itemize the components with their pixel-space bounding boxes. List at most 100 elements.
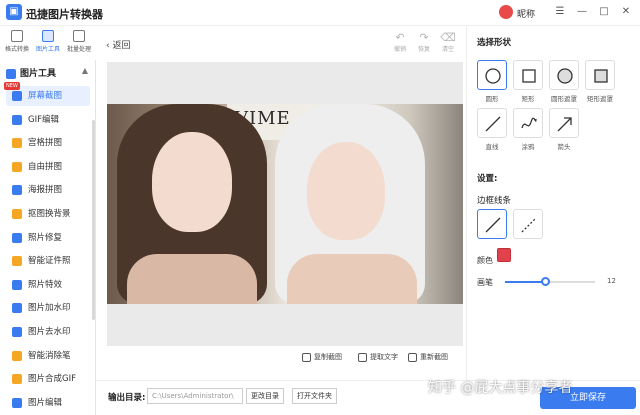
shape-label: 矩形遮罩 <box>587 95 613 103</box>
brush-size-slider-fill <box>505 281 546 283</box>
batch-icon <box>73 30 85 42</box>
shape-circle[interactable] <box>477 60 507 90</box>
person-left-shoulders <box>127 254 257 304</box>
extract-text-button[interactable]: 提取文字 <box>358 352 398 362</box>
app-title: 迅捷图片转换器 <box>26 8 103 21</box>
tab-label: 图片工具 <box>35 46 60 53</box>
shape-rectangle[interactable] <box>513 60 543 90</box>
redo-icon: ↷ <box>419 31 429 44</box>
user-avatar[interactable] <box>499 5 513 19</box>
back-button[interactable]: ‹ 返回 <box>106 38 130 51</box>
shape-arrow[interactable] <box>549 108 579 138</box>
sidebar-item-label: 图片编辑 <box>28 397 63 408</box>
tab-label: 格式转换 <box>4 46 29 53</box>
sidebar-item-label: 自由拼图 <box>28 161 63 172</box>
tool-icon <box>12 185 22 196</box>
person-right-shoulders <box>287 254 417 304</box>
retake-screenshot-button[interactable]: 重新截图 <box>408 352 448 362</box>
shape-label: 圆形遮罩 <box>551 95 577 103</box>
shape-label: 圆形 <box>485 95 499 103</box>
sidebar-item-label: 智能消除笔 <box>28 350 71 361</box>
color-picker[interactable] <box>497 248 511 262</box>
new-badge: NEW <box>4 82 20 90</box>
sidebar-header[interactable]: 图片工具 ▲ <box>6 66 92 80</box>
rectangle-icon <box>522 69 536 83</box>
sidebar-header-label: 图片工具 <box>20 69 57 79</box>
person-left-face <box>152 132 232 232</box>
redo-label: 恢复 <box>417 46 430 53</box>
brush-size-slider-handle[interactable] <box>540 277 550 286</box>
sidebar-item-label: GIF编辑 <box>28 114 59 125</box>
sidebar-item[interactable]: 抠图换背景 <box>6 204 90 224</box>
top-tabs: 格式转换 图片工具 批量处理 <box>0 26 96 60</box>
line-style-dashed[interactable] <box>513 209 543 239</box>
shape-doodle[interactable] <box>513 108 543 138</box>
sidebar-item[interactable]: 自由拼图 <box>6 157 90 177</box>
color-label: 颜色 <box>477 256 493 265</box>
tool-icon <box>12 209 22 219</box>
tab-image-tools[interactable]: 图片工具 <box>33 30 63 53</box>
circle-icon <box>485 68 501 84</box>
tool-icon <box>12 327 22 337</box>
tab-batch[interactable]: 批量处理 <box>64 30 94 53</box>
sidebar-item[interactable]: GIF编辑 <box>6 110 90 130</box>
tool-icon <box>12 279 22 290</box>
shape-rectangle-mask[interactable] <box>585 60 615 90</box>
sidebar-item[interactable]: 图片合成GIF <box>6 369 90 389</box>
user-name[interactable]: 昵称 <box>517 7 535 20</box>
tool-icon <box>12 256 22 267</box>
title-bar: ▣ 迅捷图片转换器 昵称 ☰ — □ ✕ <box>0 0 640 26</box>
tool-icon <box>12 374 22 385</box>
maximize-button[interactable]: □ <box>596 4 612 20</box>
chevron-up-icon: ▲ <box>81 66 88 75</box>
circle-mask-icon <box>557 68 573 84</box>
sidebar-item[interactable]: 海报拼图 <box>6 180 90 200</box>
minimize-button[interactable]: — <box>574 4 590 20</box>
sidebar-item-label: 图片合成GIF <box>28 374 76 385</box>
tab-format-convert[interactable]: 格式转换 <box>2 30 32 53</box>
copy-screenshot-button[interactable]: 复制截图 <box>302 352 342 362</box>
sidebar-item[interactable]: 智能证件照 <box>6 251 90 271</box>
menu-icon[interactable]: ☰ <box>552 4 568 20</box>
output-dir-field[interactable]: C:\Users\Administrator\ <box>147 388 243 404</box>
tool-icon <box>12 232 22 243</box>
sidebar-item-label: 照片修复 <box>28 232 63 243</box>
preview-canvas[interactable]: VIME <box>107 62 463 346</box>
close-button[interactable]: ✕ <box>618 4 634 20</box>
shape-label: 直线 <box>485 143 499 151</box>
shape-section-title: 选择形状 <box>477 38 512 48</box>
sidebar-item-label: 屏幕截图 <box>28 91 63 101</box>
open-folder-button[interactable]: 打开文件夹 <box>292 388 337 404</box>
convert-icon <box>11 30 23 42</box>
sidebar-item-label: 图片去水印 <box>28 327 71 337</box>
undo-icon: ↶ <box>395 31 405 44</box>
tab-label: 批量处理 <box>66 46 91 53</box>
clear-button[interactable]: ⌫ 清空 <box>436 31 460 53</box>
shape-line[interactable] <box>477 108 507 138</box>
tool-icon <box>12 138 22 149</box>
sidebar-item[interactable]: 图片加水印 <box>6 298 90 318</box>
crop-icon <box>408 352 417 362</box>
sidebar-item[interactable]: 宫格拼图 <box>6 133 90 153</box>
sidebar-item[interactable]: 图片编辑 <box>6 393 90 413</box>
change-dir-button[interactable]: 更改目录 <box>246 388 284 404</box>
tool-icon <box>12 161 22 172</box>
sidebar-scrollbar[interactable] <box>92 120 95 320</box>
sidebar-item[interactable]: 照片修复 <box>6 228 90 248</box>
sidebar-item[interactable]: 照片特效 <box>6 275 90 295</box>
tool-icon <box>12 350 22 361</box>
sidebar-item[interactable]: 智能消除笔 <box>6 346 90 366</box>
sidebar-item-label: 海报拼图 <box>28 185 63 196</box>
rectangle-mask-icon <box>594 69 608 83</box>
undo-button[interactable]: ↶ 撤销 <box>388 31 412 53</box>
border-line-title: 边框线条 <box>477 196 512 206</box>
redo-button[interactable]: ↷ 恢复 <box>412 31 436 53</box>
watermark-text: 知乎 @屁大点事分享者 <box>428 380 573 396</box>
shape-circle-mask[interactable] <box>549 60 579 90</box>
line-style-solid[interactable] <box>477 209 507 239</box>
sidebar-item[interactable]: 图片去水印 <box>6 322 90 342</box>
settings-title: 设置: <box>477 174 498 184</box>
sidebar-item-label: 图片加水印 <box>28 303 71 314</box>
main-area: ‹ 返回 ↶ 撤销 ↷ 恢复 ⌫ 清空 VIME 复制截图 提取文字 重新截图 <box>96 26 466 415</box>
sidebar-item-label: 智能证件照 <box>28 256 71 267</box>
